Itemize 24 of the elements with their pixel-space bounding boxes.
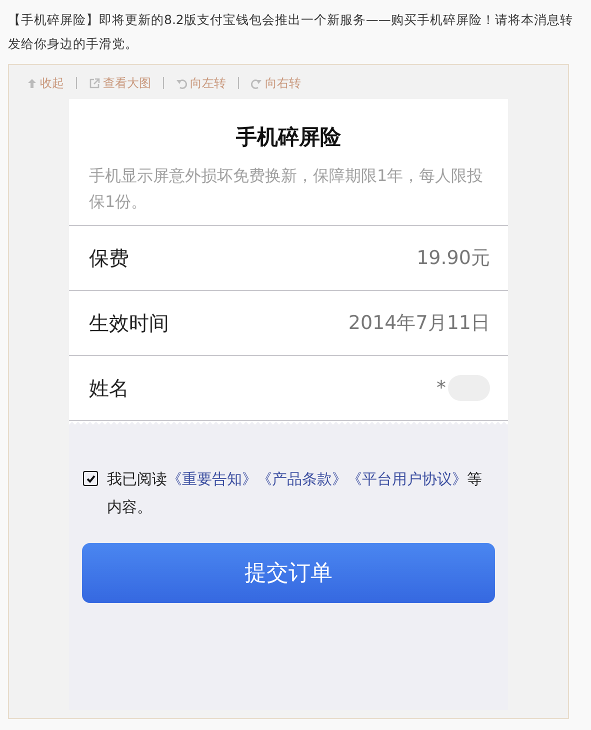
toolbar-link[interactable]: 向右转 [251,74,301,92]
post-text: 【手机碎屏险】即将更新的8.2版支付宝钱包会推出一个新服务——购买手机碎屏险！请将本消息转发给你身边的手滑党。 [7,11,574,53]
checkbox[interactable] [83,471,98,486]
field-value: * [436,377,446,399]
check-icon [84,472,96,484]
screen-title: 手机碎屏险 [235,124,342,151]
field-value: 2014年7月11日 [348,311,490,336]
field-label: 生效时间 [89,310,169,336]
up-arrow-icon [27,78,37,88]
field-label: 姓名 [89,374,129,402]
agreement-text: 我已阅读《重要告知》《产品条款》《平台用户协议》等内容。 [107,469,483,518]
toolbar-link[interactable]: 收起 [27,74,64,92]
terms-link[interactable]: 《重要告知》 [167,470,257,488]
submit-button[interactable]: 提交订单 [82,543,495,603]
rotate-right-icon [251,78,262,88]
rotate-left-icon [176,78,187,88]
toolbar-link[interactable]: 向左转 [176,74,226,92]
field-label: 保费 [89,244,129,272]
external-link-icon [89,78,100,88]
description-text: 手机显示屏意外损坏免费换新，保障期限1年，每人限投保1份。 [89,165,484,213]
toolbar-link[interactable]: 查看大图 [89,74,151,92]
terms-link[interactable]: 《产品条款》 [257,470,347,488]
terms-link[interactable]: 《平台用户协议》 [347,470,467,488]
field-value: 19.90元 [416,246,490,271]
